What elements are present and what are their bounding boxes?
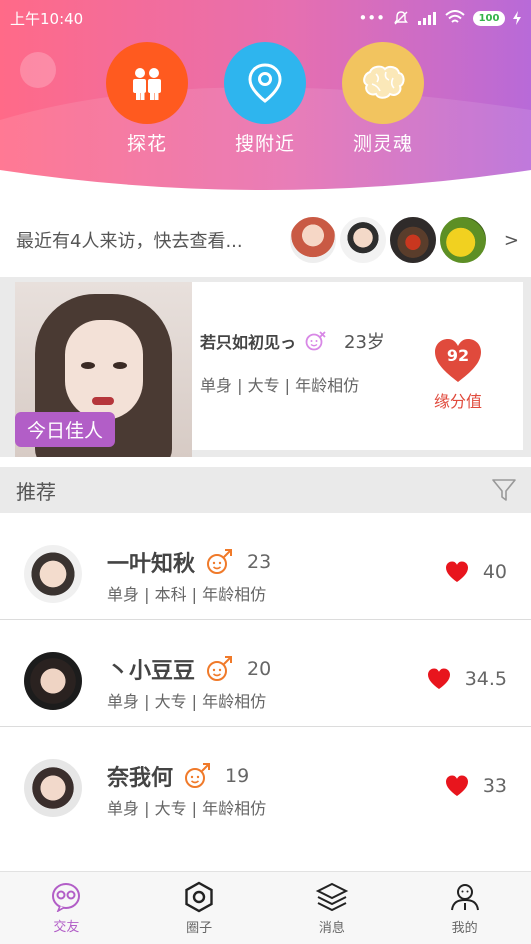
- tab-messages-label: 消息: [318, 920, 345, 936]
- decorative-bubble: [20, 52, 56, 88]
- list-item-score-value: 34.5: [464, 668, 507, 690]
- brain-icon: [363, 65, 405, 99]
- people-icon: [133, 68, 161, 100]
- heart-icon: [445, 561, 468, 583]
- tab-circle-label: 圈子: [186, 920, 213, 936]
- list-item-score: 33: [445, 775, 507, 797]
- male-gender-icon: [185, 763, 211, 788]
- battery-indicator: 100: [473, 10, 505, 26]
- list-item-age: 19: [225, 765, 250, 787]
- recommend-title: 推荐: [16, 479, 56, 504]
- feature-soul-test-circle[interactable]: [342, 42, 424, 124]
- list-item-score: 34.5: [427, 668, 507, 690]
- feature-soul-test-button[interactable]: 测灵魂: [342, 42, 424, 156]
- list-item-score-value: 40: [482, 561, 507, 583]
- female-gender-icon: [305, 331, 326, 351]
- heart-icon: 92: [433, 338, 483, 384]
- heart-icon: [445, 775, 468, 797]
- tab-messages[interactable]: 消息: [266, 872, 399, 944]
- photo-eye: [113, 362, 127, 369]
- recommend-header: 推荐: [0, 467, 531, 513]
- list-item-age: 23: [247, 551, 272, 573]
- male-gender-icon: [207, 549, 233, 574]
- feature-nearby-circle[interactable]: [224, 42, 306, 124]
- feature-tanhua-button[interactable]: 探花: [106, 42, 188, 156]
- male-gender-icon: [207, 656, 233, 681]
- tab-friends-label: 交友: [53, 919, 80, 935]
- signal-icon: [418, 12, 436, 25]
- status-bar: 上午10:40 ••• 100: [0, 0, 531, 36]
- today-pick-badge: 今日佳人: [15, 412, 116, 447]
- tab-me-label: 我的: [451, 920, 478, 936]
- filter-icon[interactable]: [491, 477, 517, 503]
- feature-tanhua-label: 探花: [126, 133, 167, 155]
- today-pick-score-label: 缘分值: [433, 392, 482, 411]
- today-pick-age: 23岁: [344, 332, 385, 353]
- charging-icon: [513, 11, 521, 25]
- feature-tanhua-circle[interactable]: [106, 42, 188, 124]
- recent-visitors-row[interactable]: 最近有4人来访，快去查看... >: [0, 206, 531, 274]
- today-pick-info: 若只如初见っ 23岁 单身 | 大专 | 年龄相仿: [200, 328, 385, 396]
- chevron-right-icon[interactable]: >: [504, 230, 519, 251]
- list-item-tags: 单身 | 大专 | 年龄相仿: [107, 692, 267, 711]
- layers-icon: [315, 882, 349, 911]
- list-item[interactable]: 丶小豆豆 20 单身 | 大专 | 年龄相仿 34.5: [0, 620, 531, 727]
- status-dots: •••: [358, 9, 385, 27]
- list-item-score-value: 33: [482, 775, 507, 797]
- tab-circle[interactable]: 圈子: [133, 872, 266, 944]
- list-item[interactable]: 一叶知秋 23 单身 | 本科 | 年龄相仿 40: [0, 513, 531, 620]
- visitor-avatar[interactable]: [437, 215, 488, 265]
- today-pick-name: 若只如初见っ: [200, 333, 297, 352]
- recent-visitors-text: 最近有4人来访，快去查看...: [16, 231, 243, 252]
- today-pick-photo[interactable]: 今日佳人: [15, 282, 192, 457]
- visitor-avatars[interactable]: [287, 215, 488, 265]
- feature-nearby-label: 搜附近: [234, 133, 295, 155]
- friends-icon: [52, 882, 81, 912]
- avatar[interactable]: [24, 759, 82, 817]
- photo-face: [65, 320, 143, 420]
- visitor-avatar[interactable]: [287, 215, 338, 265]
- list-item[interactable]: 奈我何 19 单身 | 大专 | 年龄相仿 33: [0, 727, 531, 834]
- list-item-age: 20: [247, 658, 272, 680]
- avatar[interactable]: [24, 652, 82, 710]
- recommend-list: 一叶知秋 23 单身 | 本科 | 年龄相仿 40 丶小豆豆 20 单身 | 大…: [0, 513, 531, 834]
- today-pick-card[interactable]: 今日佳人 若只如初见っ 23岁 单身 | 大专 | 年龄相仿 92 缘分值: [15, 282, 523, 457]
- today-pick-score-value: 92: [446, 346, 470, 365]
- profile-icon: [450, 883, 479, 910]
- list-item-tags: 单身 | 本科 | 年龄相仿: [107, 585, 267, 604]
- list-item-name: 丶小豆豆: [107, 659, 196, 684]
- header-banner: 上午10:40 ••• 100 探花 搜附近 测灵魂: [0, 0, 531, 196]
- feature-soul-test-label: 测灵魂: [352, 133, 413, 155]
- list-item-name: 奈我何: [107, 766, 174, 791]
- today-pick-tags: 单身 | 大专 | 年龄相仿: [200, 376, 360, 395]
- bottom-tab-bar: 交友 圈子 消息 我的: [0, 871, 531, 944]
- list-item-name: 一叶知秋: [107, 552, 196, 577]
- location-pin-icon: [248, 63, 282, 103]
- photo-eye: [81, 362, 95, 369]
- today-pick-section: 今日佳人 若只如初见っ 23岁 单身 | 大专 | 年龄相仿 92 缘分值: [0, 277, 531, 457]
- visitor-avatar[interactable]: [337, 215, 388, 265]
- tab-friends[interactable]: 交友: [0, 872, 133, 944]
- mute-bell-icon: [394, 11, 408, 25]
- list-item-tags: 单身 | 大专 | 年龄相仿: [107, 799, 267, 818]
- today-pick-score: 92 缘分值: [423, 338, 493, 412]
- status-time: 上午10:40: [10, 9, 84, 28]
- feature-nearby-button[interactable]: 搜附近: [224, 42, 306, 156]
- visitor-avatar[interactable]: [387, 215, 438, 265]
- avatar[interactable]: [24, 545, 82, 603]
- wifi-icon: [445, 10, 465, 23]
- photo-lips: [92, 397, 114, 405]
- heart-icon: [427, 668, 450, 690]
- list-item-score: 40: [445, 561, 507, 583]
- tab-me[interactable]: 我的: [398, 872, 531, 944]
- hexagon-icon: [185, 881, 213, 912]
